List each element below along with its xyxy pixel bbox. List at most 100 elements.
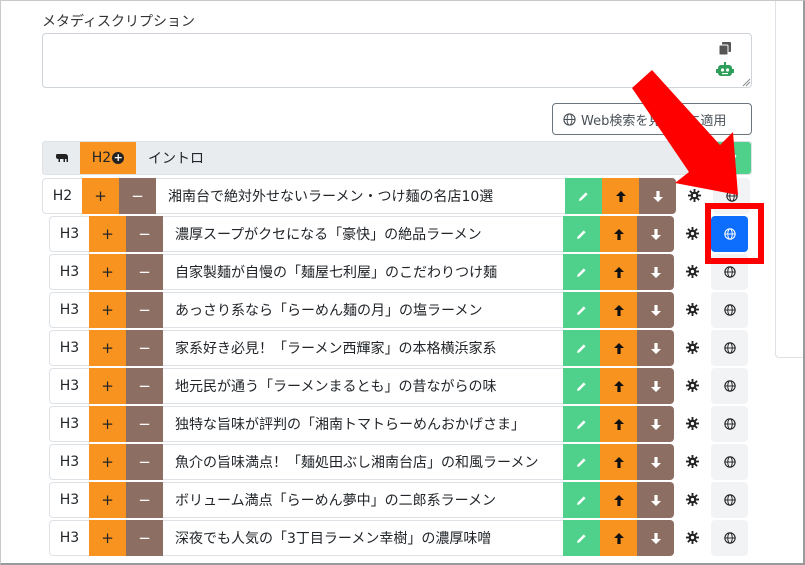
remove-heading-button[interactable]: − <box>126 292 163 328</box>
settings-button[interactable] <box>674 482 711 518</box>
heading-title[interactable]: 濃厚スープがクセになる「豪快」の絶品ラーメン <box>163 216 563 252</box>
remove-heading-button[interactable]: − <box>126 368 163 404</box>
web-search-button[interactable] <box>711 482 748 518</box>
add-heading-button[interactable]: + <box>89 216 126 252</box>
add-heading-button[interactable]: + <box>89 444 126 480</box>
edit-heading-button[interactable] <box>563 368 600 404</box>
heading-title[interactable]: 湘南台で絶対外せないラーメン・つけ麺の名店10選 <box>156 178 565 214</box>
remove-heading-button[interactable]: − <box>126 406 163 442</box>
move-down-button[interactable] <box>637 254 674 290</box>
move-down-button[interactable] <box>637 292 674 328</box>
heading-title[interactable]: 自家製麺が自慢の「麺屋七利屋」のこだわりつけ麺 <box>163 254 563 290</box>
heading-title[interactable]: 魚介の旨味満点！「麺処田ぶし湘南台店」の和風ラーメン <box>163 444 563 480</box>
edit-heading-button[interactable] <box>563 444 600 480</box>
web-search-button[interactable] <box>711 406 748 442</box>
add-heading-button[interactable]: + <box>89 406 126 442</box>
resize-grip-icon[interactable] <box>741 77 751 87</box>
move-up-button[interactable] <box>600 330 637 366</box>
web-search-button[interactable] <box>711 520 748 556</box>
heading-title[interactable]: 家系好き必見！「ラーメン西輝家」の本格横浜家系 <box>163 330 563 366</box>
move-down-button[interactable] <box>637 520 674 556</box>
heading-title[interactable]: ボリューム満点「らーめん夢中」の二郎系ラーメン <box>163 482 563 518</box>
edit-heading-button[interactable] <box>563 482 600 518</box>
remove-heading-button[interactable]: − <box>126 216 163 252</box>
move-up-button[interactable] <box>600 444 637 480</box>
pencil-icon <box>576 263 587 282</box>
remove-heading-button[interactable]: − <box>126 482 163 518</box>
remove-heading-button[interactable]: − <box>126 444 163 480</box>
arrow-down-icon <box>650 529 661 548</box>
gear-icon <box>686 415 699 434</box>
settings-button[interactable] <box>674 368 711 404</box>
remove-heading-button[interactable]: − <box>126 520 163 556</box>
add-heading-button[interactable]: + <box>82 178 119 214</box>
move-down-button[interactable] <box>637 368 674 404</box>
edit-heading-button[interactable] <box>563 216 600 252</box>
heading-title[interactable]: 独特な旨味が評判の「湘南トマトらーめんおかげさま」 <box>163 406 563 442</box>
arrow-down-icon <box>650 453 661 472</box>
arrow-down-icon <box>650 225 661 244</box>
move-down-button[interactable] <box>637 330 674 366</box>
web-search-button[interactable] <box>711 292 748 328</box>
remove-heading-button[interactable]: − <box>126 330 163 366</box>
copy-icon[interactable] <box>718 41 732 55</box>
move-up-button[interactable] <box>600 254 637 290</box>
heading-title[interactable]: あっさり系なら「らーめん麺の月」の塩ラーメン <box>163 292 563 328</box>
move-down-button[interactable] <box>637 216 674 252</box>
move-up-button[interactable] <box>600 368 637 404</box>
edit-heading-button[interactable] <box>565 178 602 214</box>
robot-icon[interactable] <box>716 62 734 78</box>
move-down-button[interactable] <box>637 482 674 518</box>
add-heading-button[interactable]: + <box>89 520 126 556</box>
settings-button[interactable] <box>674 520 711 556</box>
settings-button[interactable] <box>674 444 711 480</box>
gear-icon <box>686 453 699 472</box>
globe-icon <box>725 187 738 206</box>
settings-button[interactable] <box>674 254 711 290</box>
web-search-button[interactable] <box>711 254 748 290</box>
edit-heading-button[interactable] <box>563 406 600 442</box>
move-up-button[interactable] <box>600 406 637 442</box>
add-heading-button[interactable]: + <box>89 482 126 518</box>
edit-heading-button[interactable] <box>563 254 600 290</box>
settings-button[interactable] <box>674 216 711 252</box>
arrow-up-icon <box>613 377 624 396</box>
web-search-apply-button[interactable]: Web検索を見出しに適用 <box>552 103 752 135</box>
settings-button[interactable] <box>674 406 711 442</box>
edit-heading-button[interactable] <box>563 330 600 366</box>
add-h2-button[interactable]: H2 + <box>80 142 136 174</box>
heading-title[interactable]: 深夜でも人気の「3丁目ラーメン幸樹」の濃厚味噌 <box>163 520 563 556</box>
add-heading-button[interactable]: + <box>89 368 126 404</box>
heading-title[interactable]: 地元民が通う「ラーメンまるとも」の昔ながらの味 <box>163 368 563 404</box>
add-heading-button[interactable]: + <box>89 330 126 366</box>
globe-icon <box>723 339 736 358</box>
move-down-button[interactable] <box>639 178 676 214</box>
web-search-button[interactable] <box>711 368 748 404</box>
settings-button[interactable] <box>674 330 711 366</box>
web-search-button[interactable] <box>711 330 748 366</box>
move-up-button[interactable] <box>600 482 637 518</box>
intro-section-bar: H2 + イントロ <box>42 141 752 175</box>
move-up-button[interactable] <box>600 292 637 328</box>
edit-heading-button[interactable] <box>563 292 600 328</box>
globe-icon <box>723 301 736 320</box>
meta-description-field[interactable] <box>42 33 752 88</box>
gear-icon <box>686 225 699 244</box>
move-up-button[interactable] <box>600 216 637 252</box>
web-search-button[interactable] <box>713 178 750 214</box>
remove-heading-button[interactable]: − <box>126 254 163 290</box>
add-heading-button[interactable]: + <box>89 292 126 328</box>
move-down-button[interactable] <box>637 406 674 442</box>
edit-heading-button[interactable] <box>563 520 600 556</box>
move-up-button[interactable] <box>600 520 637 556</box>
add-heading-button[interactable]: + <box>89 254 126 290</box>
edit-intro-button[interactable] <box>713 142 751 174</box>
web-search-button[interactable] <box>711 444 748 480</box>
settings-button[interactable] <box>674 292 711 328</box>
meta-description-textarea[interactable] <box>43 34 751 87</box>
web-search-button[interactable] <box>711 216 748 252</box>
move-down-button[interactable] <box>637 444 674 480</box>
settings-button[interactable] <box>676 178 713 214</box>
move-up-button[interactable] <box>602 178 639 214</box>
remove-heading-button[interactable]: − <box>119 178 156 214</box>
